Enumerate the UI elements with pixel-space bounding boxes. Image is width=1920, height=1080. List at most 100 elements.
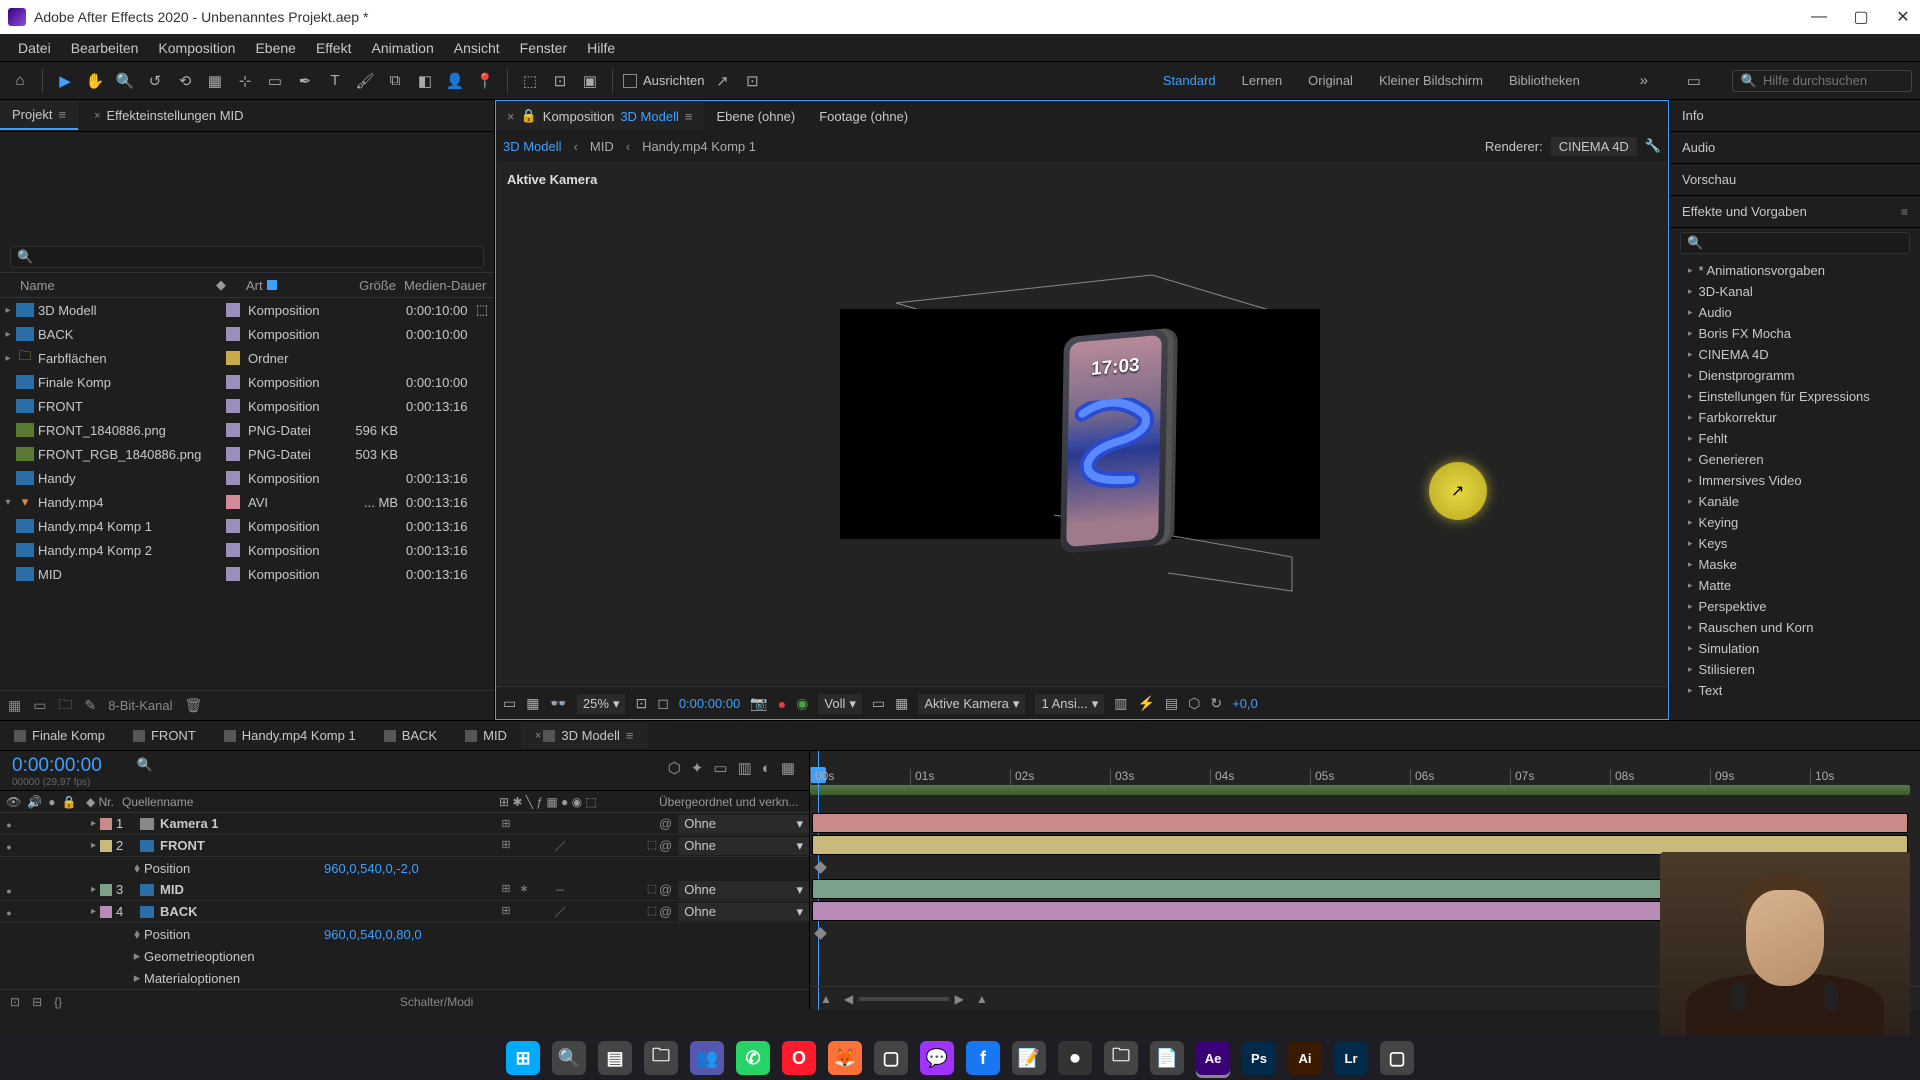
reset-exposure-icon[interactable]: ↻ — [1210, 695, 1222, 712]
new-comp-icon[interactable]: ▭ — [33, 697, 46, 714]
taskbar-whatsapp-icon[interactable]: ✆ — [736, 1041, 770, 1075]
panel-menu-icon[interactable]: ≡ — [58, 107, 66, 122]
taskbar-ae-icon[interactable]: Ae — [1196, 1041, 1230, 1075]
home-icon[interactable]: ⌂ — [8, 69, 32, 93]
taskbar-notes-icon[interactable]: 📝 — [1012, 1041, 1046, 1075]
effect-category[interactable]: ▸Matte — [1670, 575, 1920, 596]
type-tool-icon[interactable]: T — [323, 69, 347, 93]
timeline-zoom-slider[interactable]: ◀▶ — [844, 992, 964, 1006]
roi-icon[interactable]: ◻ — [657, 695, 669, 712]
work-area-bar[interactable] — [810, 785, 1910, 795]
tab-composition[interactable]: × 🔒 Komposition 3D Modell ≡ — [495, 102, 704, 130]
zoom-out-icon[interactable]: ▲ — [820, 992, 832, 1006]
menu-animation[interactable]: Animation — [361, 36, 443, 60]
camera-select[interactable]: Aktive Kamera▾ — [918, 694, 1025, 714]
tab-layer[interactable]: Ebene (ohne) — [704, 103, 807, 130]
effect-category[interactable]: ▸Maske — [1670, 554, 1920, 575]
panel-audio[interactable]: Audio — [1670, 132, 1920, 164]
project-row[interactable]: FRONT_RGB_1840886.png PNG-Datei 503 KB — [0, 442, 494, 466]
menu-hilfe[interactable]: Hilfe — [577, 36, 625, 60]
layer-property[interactable]: ⬧Position960,0,540,0,-2,0 — [0, 857, 809, 879]
taskbar-teams-icon[interactable]: 👥 — [690, 1041, 724, 1075]
eraser-tool-icon[interactable]: ◧ — [413, 69, 437, 93]
menu-fenster[interactable]: Fenster — [510, 36, 577, 60]
effect-category[interactable]: ▸Fehlt — [1670, 428, 1920, 449]
mask-icon[interactable]: 👓 — [549, 695, 566, 712]
effect-category[interactable]: ▸Immersives Video — [1670, 470, 1920, 491]
roto-tool-icon[interactable]: 👤 — [443, 69, 467, 93]
taskbar-windows-icon[interactable]: ⊞ — [506, 1041, 540, 1075]
composition-viewer[interactable]: Aktive Kamera 17:03 — [497, 162, 1667, 684]
transparency-grid-icon[interactable]: ▦ — [526, 695, 539, 712]
panel-info[interactable]: Info — [1670, 100, 1920, 132]
workspace-original[interactable]: Original — [1308, 73, 1353, 88]
taskbar-app2-icon[interactable]: ▢ — [1380, 1041, 1414, 1075]
pen-tool-icon[interactable]: ✒ — [293, 69, 317, 93]
interpret-footage-icon[interactable]: ▦ — [8, 697, 21, 714]
project-row[interactable]: ▸ 🗀 Farbflächen Ordner — [0, 346, 494, 370]
project-search[interactable]: 🔍 — [10, 246, 484, 268]
new-folder-icon[interactable]: 🗀 — [58, 694, 72, 718]
effect-category[interactable]: ▸Stilisieren — [1670, 659, 1920, 680]
project-row[interactable]: FRONT Komposition 0:00:13:16 — [0, 394, 494, 418]
tab-project[interactable]: Projekt ≡ — [0, 101, 78, 130]
tab-footage[interactable]: Footage (ohne) — [807, 103, 920, 130]
trash-icon[interactable]: 🗑 — [185, 697, 203, 714]
timeline-tab[interactable]: ×3D Modell ≡ — [521, 723, 648, 748]
exposure-value[interactable]: +0,0 — [1232, 696, 1258, 711]
col-art[interactable]: Art — [246, 278, 336, 293]
taskbar-obs-icon[interactable]: ⏺ — [1058, 1041, 1092, 1075]
keyframe[interactable] — [814, 861, 827, 874]
layer-row[interactable]: ▸ 2 FRONT ⊞／⬚ @Ohne▾ — [0, 835, 809, 857]
keyframe[interactable] — [814, 927, 827, 940]
fast-draft-icon[interactable]: ⚡ — [1137, 695, 1154, 712]
window-close-button[interactable]: ✕ — [1894, 8, 1912, 26]
effects-search[interactable]: 🔍 — [1680, 232, 1910, 254]
local-axis-icon[interactable]: ⬚ — [518, 69, 542, 93]
camera-tool-icon[interactable]: ▦ — [203, 69, 227, 93]
effects-list[interactable]: ▸* Animationsvorgaben▸3D-Kanal▸Audio▸Bor… — [1670, 258, 1920, 720]
taskbar-firefox-icon[interactable]: 🦊 — [828, 1041, 862, 1075]
selection-tool-icon[interactable]: ▶ — [53, 69, 77, 93]
effect-category[interactable]: ▸Perspektive — [1670, 596, 1920, 617]
col-parent[interactable]: Übergeordnet und verkn... — [659, 795, 809, 809]
workspace-bibliotheken[interactable]: Bibliotheken — [1509, 73, 1580, 88]
taskbar-editor-icon[interactable]: 📄 — [1150, 1041, 1184, 1075]
layer-row[interactable]: ▸ 4 BACK ⊞／⬚ @Ohne▾ — [0, 901, 809, 923]
help-search[interactable]: 🔍 — [1732, 70, 1912, 92]
graph-editor-icon[interactable]: ▦ — [781, 759, 795, 777]
menu-komposition[interactable]: Komposition — [148, 36, 245, 60]
lock-icon[interactable]: 🔒 — [521, 108, 537, 124]
panel-effects-presets[interactable]: Effekte und Vorgaben≡ — [1670, 196, 1920, 228]
menu-effekt[interactable]: Effekt — [306, 36, 362, 60]
project-row[interactable]: ▸ BACK Komposition 0:00:10:00 — [0, 322, 494, 346]
project-list[interactable]: ▸ 3D Modell Komposition 0:00:10:00 ⬚▸ BA… — [0, 298, 494, 690]
effect-category[interactable]: ▸Einstellungen für Expressions — [1670, 386, 1920, 407]
menu-ansicht[interactable]: Ansicht — [444, 36, 510, 60]
pan-behind-tool-icon[interactable]: ⊹ — [233, 69, 257, 93]
snapshot-icon[interactable]: 📷 — [750, 695, 767, 712]
workspace-kleiner bildschirm[interactable]: Kleiner Bildschirm — [1379, 73, 1483, 88]
taskbar-app1-icon[interactable]: ▢ — [874, 1041, 908, 1075]
col-size[interactable]: Größe — [336, 278, 396, 293]
effect-category[interactable]: ▸Generieren — [1670, 449, 1920, 470]
renderer-value[interactable]: CINEMA 4D — [1551, 137, 1637, 156]
col-source-name[interactable]: Quellenname — [122, 795, 499, 809]
shape-tool-icon[interactable]: ▭ — [263, 69, 287, 93]
timeline-layers[interactable]: ▸ 1 Kamera 1 ⊞ @Ohne▾ ▸ 2 FRONT ⊞／⬚ @Ohn… — [0, 813, 809, 989]
menu-ebene[interactable]: Ebene — [245, 36, 305, 60]
timeline-icon[interactable]: ▤ — [1165, 695, 1178, 712]
switches-modes-toggle[interactable]: Schalter/Modi — [74, 995, 799, 1009]
project-row[interactable]: Handy.mp4 Komp 1 Komposition 0:00:13:16 — [0, 514, 494, 538]
taskbar-explorer-icon[interactable]: 🗀 — [644, 1041, 678, 1075]
taskbar-tasks-icon[interactable]: ▤ — [598, 1041, 632, 1075]
close-icon[interactable]: × — [94, 110, 100, 122]
effect-category[interactable]: ▸Boris FX Mocha — [1670, 323, 1920, 344]
effect-category[interactable]: ▸3D-Kanal — [1670, 281, 1920, 302]
snap-option2-icon[interactable]: ⊡ — [740, 69, 764, 93]
show-channel-icon[interactable]: ● — [778, 696, 786, 712]
effect-category[interactable]: ▸Audio — [1670, 302, 1920, 323]
taskbar-ai-icon[interactable]: Ai — [1288, 1041, 1322, 1075]
col-label[interactable]: ◆ — [216, 277, 246, 293]
zoom-in-icon[interactable]: ▲ — [976, 992, 988, 1006]
